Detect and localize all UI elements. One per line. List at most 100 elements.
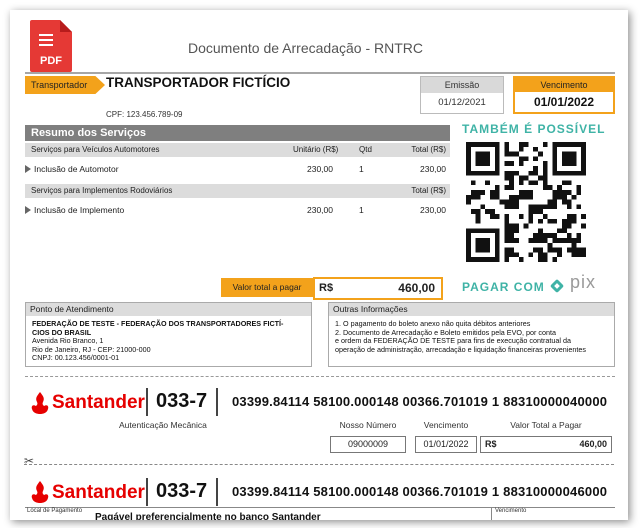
qr-module <box>494 242 500 248</box>
qr-module <box>509 194 514 200</box>
vencimento-value: 01/01/2022 <box>533 95 595 109</box>
qr-module <box>494 185 500 190</box>
qr-module <box>475 218 481 224</box>
qr-module <box>485 228 490 234</box>
qr-module <box>571 247 577 253</box>
qr-module <box>581 247 586 253</box>
qr-module <box>562 161 567 166</box>
qr-module <box>576 252 582 258</box>
qr-module <box>518 142 524 147</box>
qr-module <box>566 214 572 219</box>
qr-module <box>566 156 572 162</box>
item-unit: 230,00 <box>307 205 333 215</box>
qr-module <box>581 214 586 219</box>
qr-module <box>566 199 572 205</box>
local-pagamento-label: Local de Pagamento <box>27 508 83 514</box>
qr-module <box>504 199 510 205</box>
qr-module <box>533 209 538 214</box>
qr-module <box>475 151 481 157</box>
qr-module <box>490 142 495 147</box>
qr-module <box>566 161 572 166</box>
pix-qr-code[interactable] <box>466 142 586 262</box>
transportador-cpf: CPF: 123.456.789-09 <box>106 110 183 119</box>
qr-module <box>504 146 510 152</box>
boleto-divider <box>25 376 615 377</box>
qr-module <box>490 214 495 219</box>
qr-module <box>576 233 582 238</box>
qr-module <box>571 238 577 243</box>
qr-module <box>509 223 514 229</box>
qr-module <box>562 228 567 234</box>
qr-module <box>466 142 471 147</box>
qr-module <box>518 180 524 186</box>
qr-module <box>557 185 562 190</box>
panel-body: FEDERAÇÃO DE TESTE - FEDERAÇÃO DOS TRANS… <box>26 316 311 363</box>
pdf-icon[interactable]: PDF <box>30 20 72 72</box>
qr-module <box>562 142 567 147</box>
qr-module <box>562 190 567 195</box>
expand-arrow-icon[interactable] <box>25 165 31 173</box>
qr-module <box>552 233 558 238</box>
qr-module <box>480 247 486 253</box>
qr-module <box>518 257 524 262</box>
qr-module <box>542 214 548 219</box>
qr-module <box>480 238 486 243</box>
qr-module <box>557 247 562 253</box>
qr-module <box>571 214 577 219</box>
qr-module <box>552 170 558 176</box>
qr-module <box>566 170 572 176</box>
qr-module <box>480 151 486 157</box>
qr-module <box>528 190 534 195</box>
qr-module <box>523 156 529 162</box>
valor-total-label: Valor Total a Pagar <box>510 420 582 430</box>
qr-module <box>475 238 481 243</box>
qr-module <box>528 252 534 258</box>
emissao-box: Emissão 01/12/2021 <box>420 76 504 114</box>
qr-module <box>557 238 562 243</box>
panel-body: 1. O pagamento do boleto anexo não quita… <box>329 316 614 354</box>
qr-module <box>466 257 471 262</box>
qr-module <box>475 214 481 219</box>
qr-module <box>533 238 538 243</box>
qr-module <box>509 233 514 238</box>
linha-digitavel[interactable]: 03399.84114 58100.000148 00366.701019 1 … <box>232 394 607 409</box>
qr-module <box>533 204 538 210</box>
qr-module <box>552 166 558 171</box>
santander-logo-text: Santander <box>52 392 145 413</box>
qr-module <box>504 238 510 243</box>
qr-module <box>494 142 500 147</box>
qr-module <box>566 223 572 229</box>
qr-module <box>518 175 524 181</box>
qr-module <box>581 156 586 162</box>
item-qtd: 1 <box>359 164 364 174</box>
qr-module <box>571 252 577 258</box>
qr-module <box>518 156 524 162</box>
qr-module <box>475 247 481 253</box>
qr-module <box>518 146 524 152</box>
qr-module <box>542 238 548 243</box>
item-name: Inclusão de Automotor <box>34 164 119 174</box>
qr-module <box>514 223 519 229</box>
qr-module <box>557 252 562 258</box>
qr-module <box>571 194 577 200</box>
qr-module <box>470 257 476 262</box>
qr-module <box>466 199 471 205</box>
separator <box>146 478 148 506</box>
qr-module <box>480 190 486 195</box>
qr-module <box>581 142 586 147</box>
expand-arrow-icon[interactable] <box>25 206 31 214</box>
qr-module <box>581 223 586 229</box>
qr-module <box>475 170 481 176</box>
qr-module <box>470 209 476 214</box>
qr-module <box>562 194 567 200</box>
qr-module <box>533 247 538 253</box>
qr-module <box>470 194 476 200</box>
qr-module <box>552 204 558 210</box>
pix-logo-icon <box>550 279 564 293</box>
qr-module <box>485 156 490 162</box>
qr-module <box>485 180 490 186</box>
qr-module <box>514 151 519 157</box>
linha-digitavel[interactable]: 03399.84114 58100.000148 00366.701019 1 … <box>232 484 607 499</box>
qr-module <box>514 199 519 205</box>
qr-module <box>576 247 582 253</box>
